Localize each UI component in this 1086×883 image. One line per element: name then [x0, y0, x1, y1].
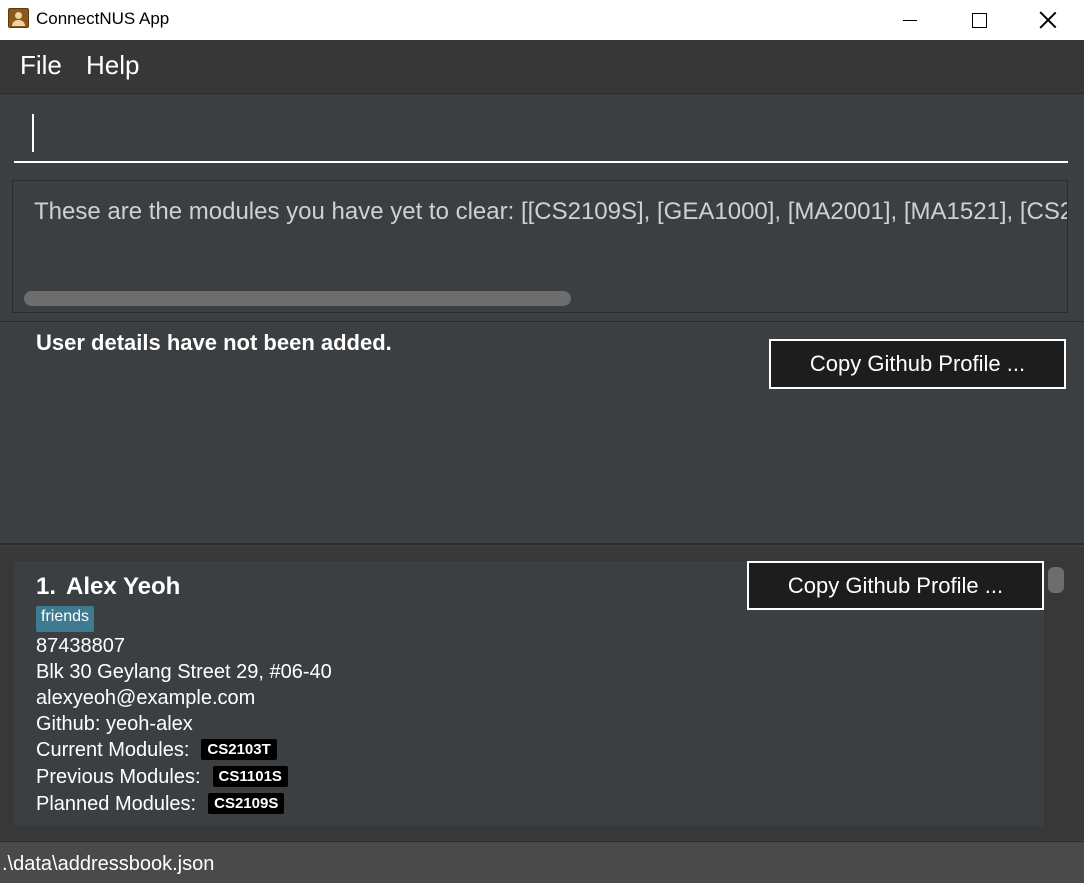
- result-text: These are the modules you have yet to cl…: [34, 198, 1068, 225]
- person-card[interactable]: 1. Alex Yeoh friends 87438807 Blk 30 Geyl…: [14, 561, 1044, 826]
- close-icon: [1039, 11, 1057, 29]
- copy-github-profile-button[interactable]: Copy Github Profile ...: [769, 339, 1066, 389]
- window-title: ConnectNUS App: [36, 9, 170, 28]
- user-profile-panel: User details have not been added. Copy G…: [0, 321, 1084, 545]
- menu-bar: File Help: [0, 40, 1084, 94]
- person-email: alexyeoh@example.com: [36, 687, 256, 709]
- command-input[interactable]: [14, 109, 1068, 163]
- person-list: 1. Alex Yeoh friends 87438807 Blk 30 Geyl…: [0, 547, 1084, 840]
- menu-file[interactable]: File: [20, 50, 62, 81]
- planned-modules-row: Planned Modules: CS2109S: [36, 793, 285, 816]
- text-caret: [32, 114, 34, 152]
- horizontal-scrollbar[interactable]: [24, 291, 571, 306]
- maximize-icon: [971, 12, 987, 28]
- previous-modules-label: Previous Modules:: [36, 766, 201, 788]
- person-name: Alex Yeoh: [66, 573, 181, 600]
- current-module-tag: CS2103T: [201, 739, 277, 760]
- maximize-button[interactable]: [945, 0, 1013, 40]
- current-modules-row: Current Modules: CS2103T: [36, 739, 277, 762]
- vertical-scrollbar[interactable]: [1048, 567, 1064, 593]
- tag-friends: friends: [36, 606, 95, 632]
- result-display[interactable]: These are the modules you have yet to cl…: [12, 180, 1068, 313]
- person-phone: 87438807: [36, 635, 125, 657]
- profile-status-text: User details have not been added.: [36, 330, 392, 355]
- previous-module-tag: CS1101S: [212, 766, 288, 787]
- planned-module-tag: CS2109S: [208, 793, 285, 814]
- previous-modules-row: Previous Modules: CS1101S: [36, 766, 288, 789]
- save-file-path: .\data\addressbook.json: [2, 853, 215, 875]
- app-window: File Help These are the modules you have…: [0, 40, 1086, 883]
- person-name-row: 1. Alex Yeoh: [36, 573, 180, 601]
- minimize-button[interactable]: [876, 0, 944, 40]
- minimize-icon: [903, 19, 917, 21]
- command-box: [0, 95, 1084, 179]
- person-github: Github: yeoh-alex: [36, 713, 193, 735]
- current-modules-label: Current Modules:: [36, 739, 190, 761]
- menu-help[interactable]: Help: [86, 50, 139, 81]
- person-index: 1.: [36, 573, 57, 600]
- person-address: Blk 30 Geylang Street 29, #06-40: [36, 661, 332, 683]
- contacts-book-icon: [8, 8, 29, 28]
- planned-modules-label: Planned Modules:: [36, 793, 197, 815]
- close-button[interactable]: [1014, 0, 1082, 40]
- title-bar: ConnectNUS App: [0, 0, 1086, 40]
- person-copy-github-button[interactable]: Copy Github Profile ...: [747, 561, 1044, 610]
- status-bar: .\data\addressbook.json: [0, 841, 1084, 883]
